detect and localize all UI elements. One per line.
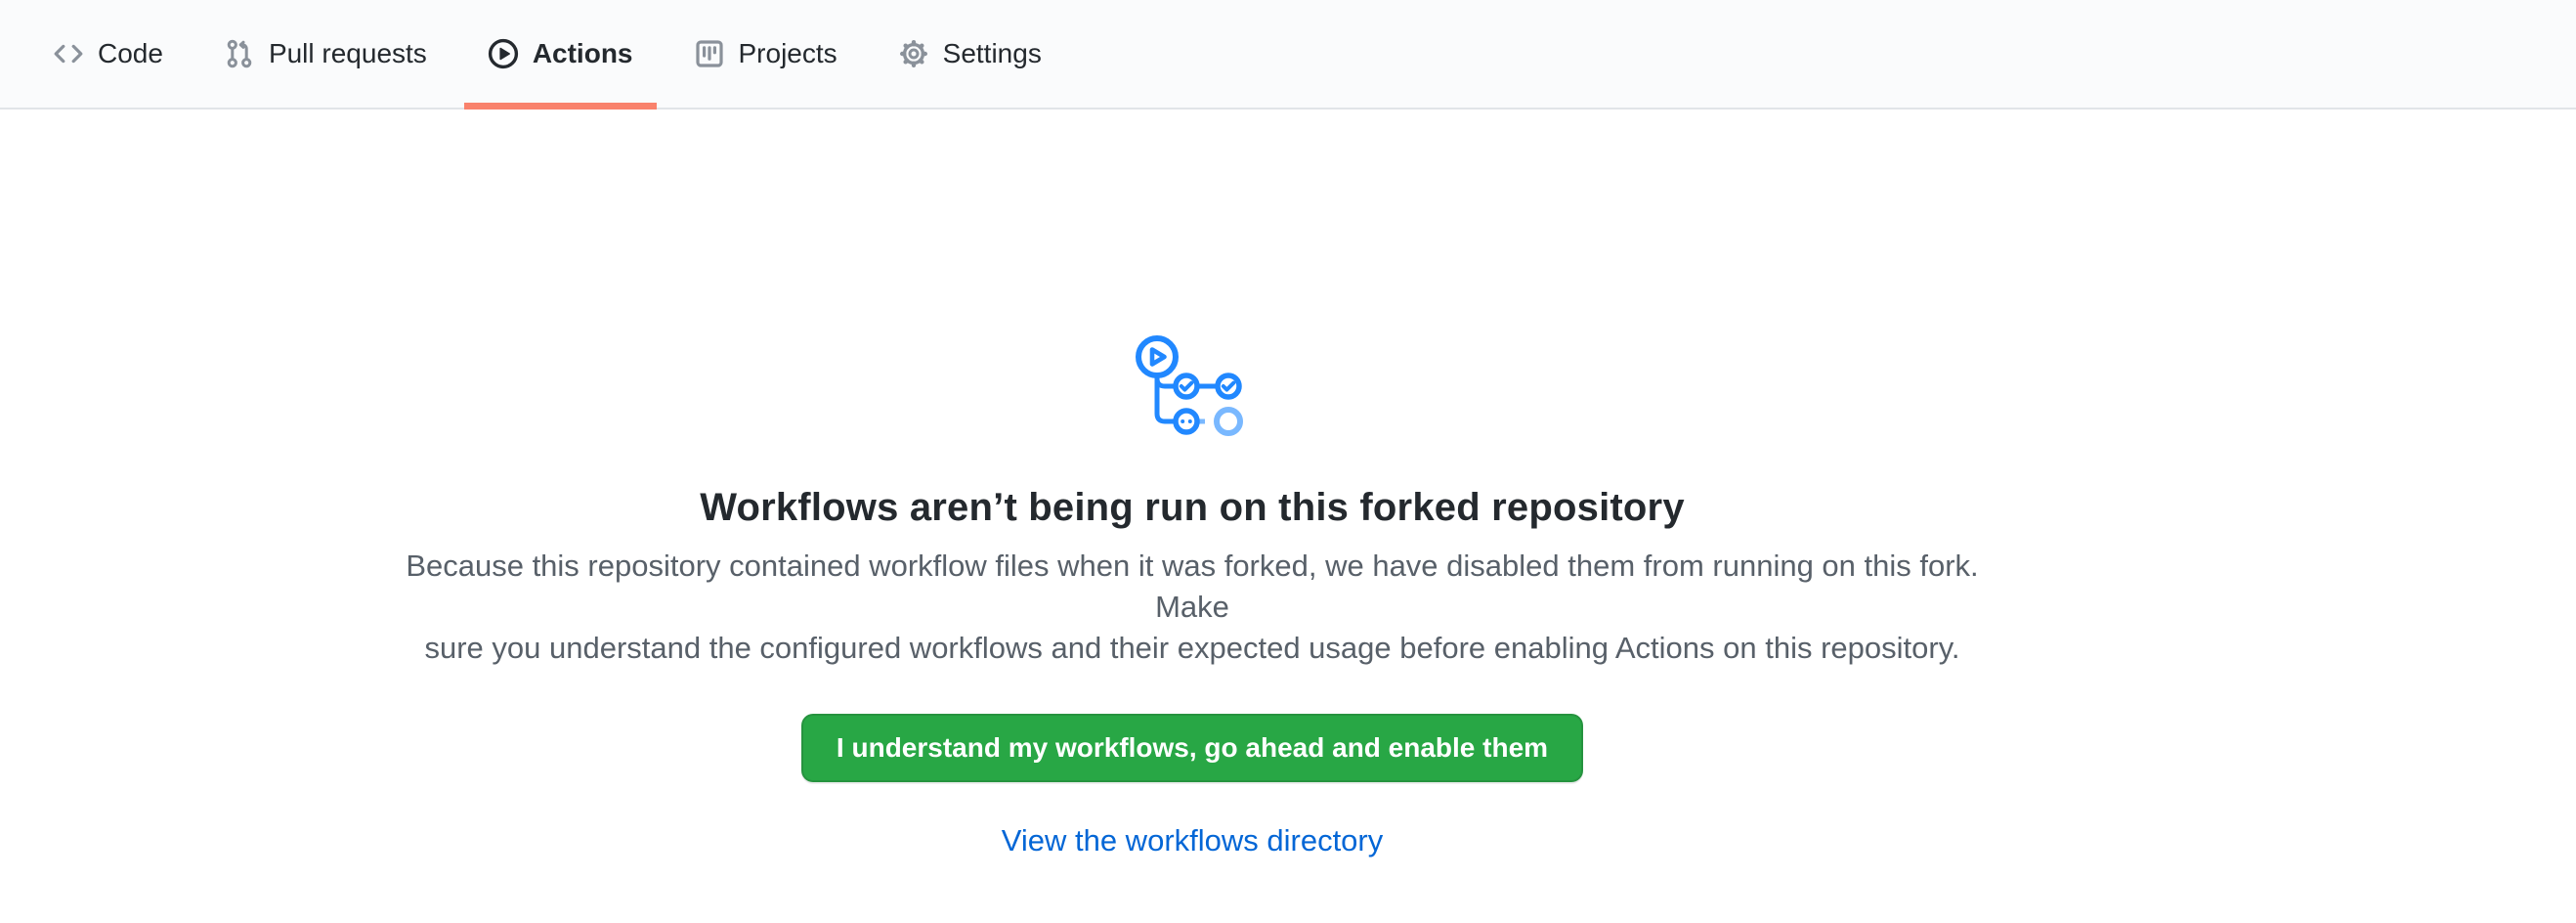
blankslate-description: Because this repository contained workfl… [391, 546, 1994, 669]
repo-tab-bar: Code Pull requests Actions [0, 0, 2576, 110]
tab-label: Code [98, 40, 163, 67]
tab-label: Pull requests [269, 40, 427, 67]
play-icon [488, 38, 519, 69]
blankslate-title: Workflows aren’t being run on this forke… [381, 486, 2003, 530]
workflow-graph-icon [1136, 335, 1249, 437]
project-icon [694, 38, 725, 69]
tab-pull-requests[interactable]: Pull requests [200, 0, 451, 108]
tab-label: Settings [943, 40, 1042, 67]
actions-blankslate: Workflows aren’t being run on this forke… [0, 110, 2576, 858]
tab-label: Actions [533, 40, 633, 67]
tab-settings[interactable]: Settings [875, 0, 1065, 108]
tab-projects[interactable]: Projects [670, 0, 861, 108]
tab-label: Projects [739, 40, 837, 67]
tab-actions[interactable]: Actions [464, 0, 657, 108]
enable-workflows-button[interactable]: I understand my workflows, go ahead and … [801, 714, 1583, 782]
tab-code[interactable]: Code [29, 0, 187, 108]
view-workflows-directory-link[interactable]: View the workflows directory [381, 823, 2003, 858]
git-pull-request-icon [224, 38, 255, 69]
description-line-1: Because this repository contained workfl… [406, 549, 1978, 624]
code-icon [53, 38, 84, 69]
gear-icon [898, 38, 929, 69]
description-line-2: sure you understand the configured workf… [424, 631, 1959, 665]
